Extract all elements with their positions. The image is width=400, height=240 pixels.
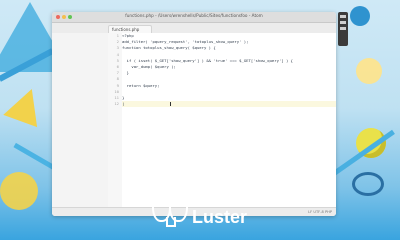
lightbulb-icon bbox=[356, 58, 382, 84]
code-editor[interactable]: 1 <?php 2 add_filter( 'pquery_request', 'to… bbox=[114, 33, 336, 208]
code-text: } bbox=[122, 94, 125, 100]
code-line[interactable]: 12 | bbox=[114, 101, 336, 108]
text-caret bbox=[170, 102, 171, 107]
code-text: } bbox=[122, 70, 130, 76]
dock-item[interactable] bbox=[340, 21, 346, 24]
logo-text: Mind Luster bbox=[192, 190, 247, 226]
decorative-circle bbox=[350, 6, 370, 26]
logo-line-2: Luster bbox=[192, 207, 248, 227]
code-text: | bbox=[122, 101, 125, 107]
dock-item[interactable] bbox=[340, 27, 346, 30]
tab-functions-php[interactable]: functions.php bbox=[108, 25, 152, 33]
dock-item[interactable] bbox=[340, 15, 346, 18]
dock-panel[interactable] bbox=[338, 12, 348, 46]
code-text: function totoplus_show_query( $query ) { bbox=[122, 45, 216, 51]
title-bar[interactable]: functions.php - /Users/wrenshells/Public… bbox=[52, 12, 336, 23]
scissors-icon bbox=[352, 172, 384, 196]
logo-line-1: Mind bbox=[192, 189, 234, 209]
decorative-circle bbox=[0, 172, 38, 210]
code-text: return $query; bbox=[122, 82, 160, 88]
code-text: if ( isset( $_GET['show_query'] ) && 'tr… bbox=[122, 57, 293, 63]
code-text: <?php bbox=[122, 33, 134, 38]
tree-view-sidebar[interactable] bbox=[52, 33, 109, 208]
window-title: functions.php - /Users/wrenshells/Public… bbox=[125, 13, 263, 18]
code-text: var_dump( $query ); bbox=[122, 63, 176, 69]
code-text: add_filter( 'pquery_request', 'totoplus_… bbox=[122, 39, 249, 45]
brain-icon bbox=[152, 191, 188, 227]
status-encoding: LF UTF-8 PHP bbox=[308, 210, 332, 214]
mind-luster-logo: Mind Luster bbox=[152, 186, 247, 230]
decorative-triangle bbox=[3, 82, 49, 128]
line-number: 12 bbox=[114, 101, 119, 107]
